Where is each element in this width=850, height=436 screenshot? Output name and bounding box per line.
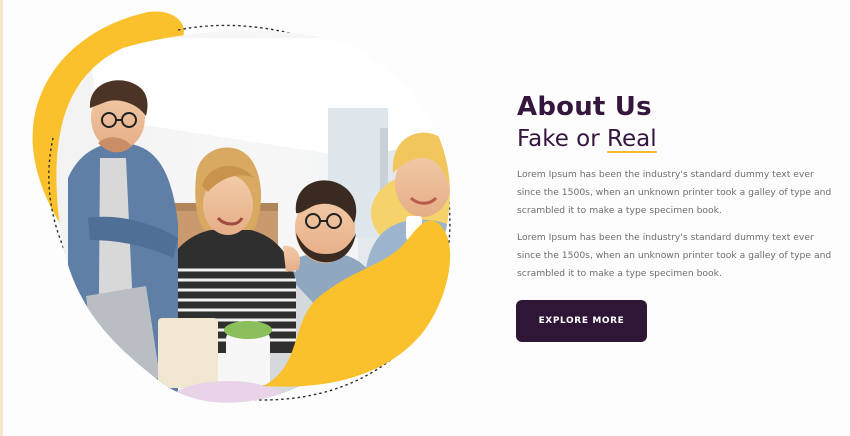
about-section: About Us Fake or Real Lorem Ipsum has be… — [517, 92, 837, 283]
hero-illustration — [28, 8, 468, 418]
team-photo — [56, 30, 450, 403]
page-title: About Us — [517, 92, 652, 122]
subtitle-highlight: Real — [607, 126, 657, 153]
page-subtitle: Fake or Real — [517, 124, 837, 154]
explore-more-button[interactable]: EXPLORE MORE — [516, 300, 647, 342]
team-photo-blob — [32, 11, 451, 403]
about-paragraph-2: Lorem Ipsum has been the industry's stan… — [517, 232, 832, 279]
subtitle-prefix: Fake or — [517, 126, 608, 152]
about-paragraph-1: Lorem Ipsum has been the industry's stan… — [517, 169, 832, 216]
page-left-border — [0, 0, 3, 436]
